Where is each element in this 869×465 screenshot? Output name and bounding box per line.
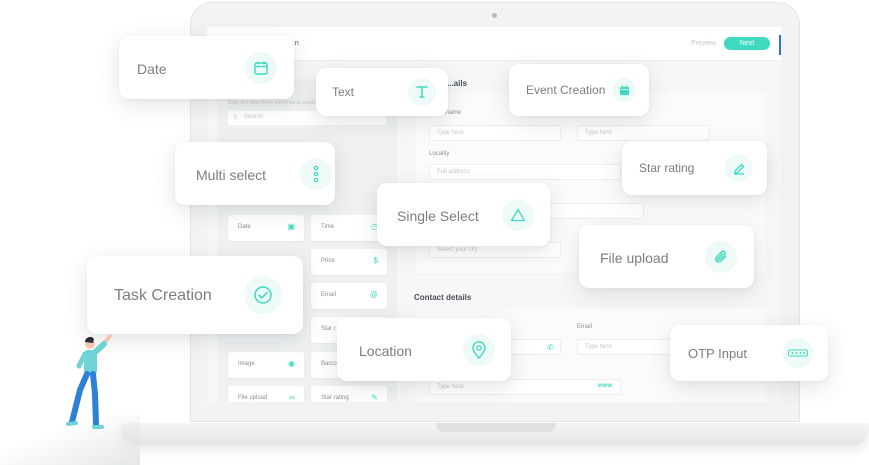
card-event-creation-label: Event Creation [526, 83, 606, 97]
card-event-creation[interactable]: Event Creation [509, 64, 649, 116]
person-illustration [66, 334, 112, 429]
tile-star-rating-2[interactable]: Star rating ✎ [311, 386, 387, 402]
address-field[interactable]: Full address [429, 164, 621, 180]
field-placeholder: Type here [437, 384, 464, 390]
tile-time[interactable]: Time ◷ [311, 215, 387, 241]
tile-label: Email [321, 292, 337, 298]
email-label: Email [577, 324, 593, 330]
field-placeholder: Type here [437, 130, 464, 136]
tile-label: Price [321, 258, 335, 264]
card-file-upload-label: File upload [600, 250, 669, 266]
details-title: ...ails [447, 79, 468, 88]
tile-label: Time [321, 224, 335, 230]
tile-label: Date [238, 224, 251, 230]
website-field[interactable]: Type here www [429, 379, 621, 395]
tile-label: Barco [321, 361, 337, 367]
card-location[interactable]: Location [337, 318, 511, 381]
next-button[interactable]: Next [724, 37, 770, 50]
calendar-icon: ▣ [287, 222, 295, 231]
tile-label: Image [238, 361, 255, 367]
card-text-label: Text [332, 85, 355, 99]
email-field[interactable]: Type here [577, 339, 677, 355]
contact-details-title: Contact details [414, 293, 472, 302]
card-task-creation[interactable]: Task Creation [87, 256, 303, 334]
tile-email[interactable]: Email @ [311, 283, 387, 309]
text-t-icon [408, 78, 436, 106]
calendar-filled-icon [612, 78, 636, 102]
camera-icon: ◉ [288, 359, 295, 368]
map-pin-icon [463, 334, 495, 366]
card-otp-input-label: OTP Input [688, 346, 748, 361]
vertical-dots-icon [300, 158, 332, 190]
field-placeholder: Select your city [437, 247, 478, 253]
calendar-icon [245, 52, 277, 84]
tile-file-upload[interactable]: File upload ∞ [228, 386, 304, 402]
www-badge: www [597, 383, 612, 389]
card-star-rating[interactable]: Star rating [622, 141, 767, 195]
tile-date[interactable]: Date ▣ [228, 215, 304, 241]
card-text[interactable]: Text [316, 68, 448, 116]
card-multi-select[interactable]: Multi select [175, 142, 335, 205]
tile-price[interactable]: Price $ [311, 249, 387, 275]
paperclip-icon: ∞ [289, 393, 295, 402]
card-file-upload[interactable]: File upload [579, 225, 754, 288]
search-placeholder: Search [244, 114, 264, 120]
search-icon: ⚲ [233, 115, 238, 121]
card-single-select[interactable]: Single Select [377, 183, 550, 246]
card-star-rating-label: Star rating [639, 161, 695, 175]
card-otp-input[interactable]: OTP Input [670, 325, 828, 381]
card-location-label: Location [359, 343, 412, 359]
otp-dots-icon [783, 338, 813, 368]
card-multi-select-label: Multi select [196, 167, 267, 183]
scroll-indicator [779, 35, 781, 55]
locality-label: Locality [429, 151, 450, 157]
preview-link[interactable]: Preview [691, 40, 716, 47]
tile-label: Star r [321, 326, 336, 332]
at-icon: @ [369, 290, 378, 299]
card-task-creation-label: Task Creation [114, 287, 212, 304]
card-single-select-label: Single Select [397, 208, 479, 224]
field-placeholder: Type here [585, 344, 612, 350]
tile-label: File upload [238, 395, 268, 401]
field-placeholder: Full address [437, 169, 470, 175]
pencil-icon [725, 154, 753, 182]
card-date[interactable]: Date [119, 36, 294, 99]
pencil-icon: ✎ [371, 393, 378, 402]
tile-label: Star rating [321, 395, 349, 401]
laptop-notch [436, 423, 556, 432]
triangle-icon [502, 199, 534, 231]
check-circle-icon [244, 276, 282, 314]
card-date-label: Date [137, 61, 167, 77]
phone-icon: ✆ [547, 343, 554, 352]
laptop-camera [492, 13, 497, 18]
paperclip-icon [705, 241, 737, 273]
dollar-icon: $ [373, 256, 378, 265]
first-name-field[interactable]: Type here [429, 125, 561, 141]
field-placeholder: Type here [585, 130, 612, 136]
last-name-field[interactable]: Type here [577, 125, 709, 141]
tile-image[interactable]: Image ◉ [228, 352, 304, 378]
